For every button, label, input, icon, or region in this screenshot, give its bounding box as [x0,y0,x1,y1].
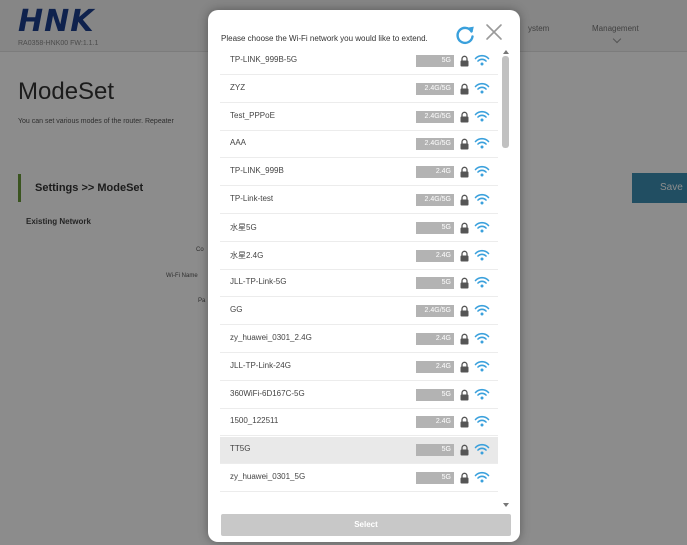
band-badge: 5G [416,55,454,67]
network-ssid: JLL-TP-Link-24G [230,360,291,370]
network-row[interactable]: GG 2.4G/5G [220,298,498,326]
network-row[interactable]: TT5G 5G [220,437,498,465]
lock-icon [460,417,469,428]
network-ssid: 水星2.4G [230,250,264,260]
network-ssid: zy_huawei_0301_2.4G [230,333,312,342]
lock-icon [460,472,469,484]
band-badge: 5G [416,277,454,290]
lock-icon [460,55,469,67]
wifi-icon [474,110,490,122]
network-ssid: 360WiFi-6D167C-5G [230,388,305,398]
network-ssid: Test_PPPoE [230,110,275,120]
lock-icon [460,389,469,401]
network-row[interactable]: 水星5G 5G [220,215,498,242]
lock-icon [460,194,469,206]
lock-icon [460,361,469,373]
lock-icon [460,278,469,289]
scroll-down-arrow[interactable] [503,503,509,507]
wifi-icon [474,305,490,316]
network-row[interactable]: zy_huawei_0301_2.4G 2.4G [220,326,498,353]
refresh-icon[interactable] [453,23,477,47]
network-row[interactable]: Test_PPPoE 2.4G/5G [220,104,498,131]
band-badge: 2.4G [416,166,454,179]
close-icon[interactable] [481,19,507,45]
wifi-network-dialog: Please choose the Wi-Fi network you woul… [208,10,520,542]
lock-icon [460,222,469,234]
network-row[interactable]: TP-LINK_999B 2.4G [220,159,498,187]
network-row[interactable]: ZYZ 2.4G/5G [220,76,498,103]
band-badge: 5G [416,472,454,484]
network-row[interactable]: 水星2.4G 2.4G [220,243,498,270]
wifi-icon [474,444,490,455]
network-row[interactable]: AAA 2.4G/5G [220,131,498,159]
band-badge: 5G [416,388,454,401]
network-ssid: TT5G [230,444,251,454]
scroll-up-arrow[interactable] [503,50,509,54]
wifi-icon [474,416,490,427]
lock-icon [460,305,469,317]
lock-icon [460,83,469,95]
network-ssid: TP-LINK_999B-5G [230,55,298,64]
wifi-icon [474,332,490,344]
select-button[interactable]: Select [221,514,511,536]
network-row[interactable]: zy_huawei_0301_5G 5G [220,465,498,492]
network-ssid: AAA [230,138,247,148]
wifi-icon [474,277,490,288]
dialog-title: Please choose the Wi-Fi network you woul… [221,34,428,43]
network-row[interactable]: 1500_122511 2.4G [220,409,498,437]
network-row[interactable]: TP-Link-test 2.4G/5G [220,187,498,214]
network-ssid: TP-LINK_999B [230,166,284,176]
scrollbar-thumb[interactable] [502,56,509,148]
network-row[interactable]: JLL-TP-Link-24G 2.4G [220,354,498,381]
lock-icon [460,444,469,456]
band-badge: 2.4G/5G [416,194,454,206]
network-list[interactable]: TP-LINK_999B-5G 5G ZYZ 2.4G/5G Test_PPPoE 2.4… [220,48,512,510]
lock-icon [460,250,469,262]
wifi-icon [474,388,490,400]
wifi-icon [474,360,490,372]
wifi-icon [474,471,490,483]
band-badge: 5G [416,444,454,457]
network-row[interactable]: 360WiFi-6D167C-5G 5G [220,382,498,409]
wifi-icon [474,54,490,66]
network-ssid: zy_huawei_0301_5G [230,472,306,481]
band-badge: 2.4G/5G [416,305,454,318]
network-row[interactable]: JLL-TP-Link-5G 5G [220,270,498,298]
network-ssid: JLL-TP-Link-5G [230,277,287,287]
band-badge: 2.4G/5G [416,82,454,95]
band-badge: 2.4G/5G [416,138,454,151]
wifi-icon [474,249,490,261]
lock-icon [460,333,469,345]
wifi-icon [474,221,490,233]
network-row[interactable]: TP-LINK_999B-5G 5G [220,48,498,75]
network-ssid: 1500_122511 [230,416,279,426]
wifi-icon [474,193,490,205]
wifi-icon [474,138,490,149]
wifi-icon [474,82,490,94]
lock-icon [460,166,469,178]
network-ssid: TP-Link-test [230,194,274,203]
band-badge: 5G [416,221,454,234]
band-badge: 2.4G [416,249,454,262]
band-badge: 2.4G [416,360,454,373]
network-ssid: ZYZ [230,82,246,92]
lock-icon [460,139,469,150]
network-ssid: GG [230,305,243,315]
network-ssid: 水星5G [230,222,257,232]
lock-icon [460,111,469,123]
band-badge: 2.4G/5G [416,110,454,123]
wifi-icon [474,166,490,177]
band-badge: 2.4G [416,333,454,345]
band-badge: 2.4G [416,416,454,429]
